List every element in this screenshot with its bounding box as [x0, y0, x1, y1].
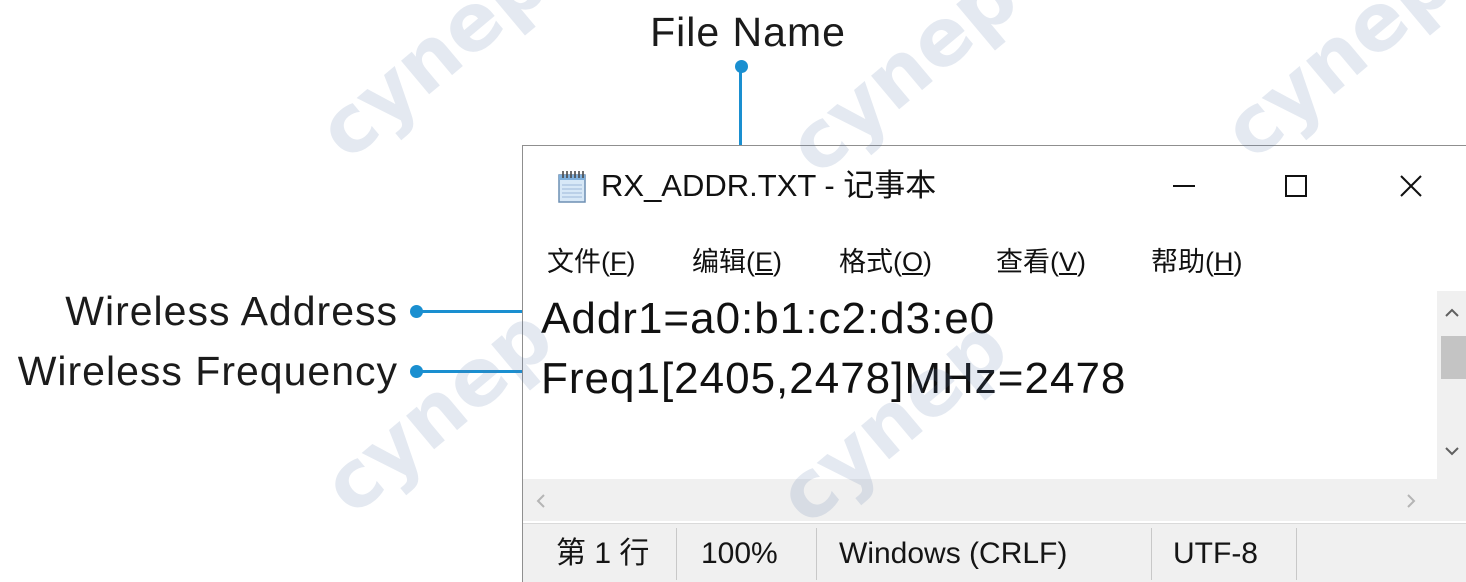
menu-view[interactable]: 查看(V) — [996, 232, 1086, 292]
chevron-up-icon[interactable] — [1444, 307, 1460, 319]
vertical-scrollbar[interactable] — [1437, 291, 1466, 479]
close-icon — [1400, 175, 1422, 197]
file-name-annotation: File Name — [650, 9, 846, 55]
scrollbar-corner — [1437, 479, 1466, 521]
status-separator — [1151, 528, 1152, 580]
chevron-right-icon[interactable] — [1405, 493, 1417, 509]
horizontal-scrollbar[interactable] — [523, 479, 1437, 521]
chevron-left-icon[interactable] — [535, 493, 547, 509]
status-zoom: 100% — [701, 537, 778, 570]
editor-line-frequency[interactable]: Freq1[2405,2478]MHz=2478 — [541, 349, 1437, 409]
text-editor[interactable]: Addr1=a0:b1:c2:d3:e0 Freq1[2405,2478]MHz… — [523, 289, 1437, 479]
menu-help[interactable]: 帮助(H) — [1151, 232, 1243, 292]
notepad-icon — [555, 168, 591, 204]
status-line-ending: Windows (CRLF) — [839, 537, 1068, 570]
notepad-window: RX_ADDR.TXT - 记事本 文件(F) 编辑(E) 格式(O) 查看(V… — [522, 145, 1466, 582]
close-button[interactable] — [1356, 146, 1466, 226]
status-cursor-position: 第 1 行 — [556, 537, 650, 570]
status-separator — [816, 528, 817, 580]
status-separator — [676, 528, 677, 580]
status-bar: 第 1 行 100% Windows (CRLF) UTF-8 — [523, 523, 1466, 582]
file-name-callout-line — [739, 66, 742, 145]
wireless-frequency-callout-line — [416, 370, 522, 373]
wireless-address-callout-line — [416, 310, 522, 313]
title-bar[interactable]: RX_ADDR.TXT - 记事本 — [523, 146, 1466, 228]
menu-bar: 文件(F) 编辑(E) 格式(O) 查看(V) 帮助(H) — [523, 232, 1466, 292]
editor-line-address[interactable]: Addr1=a0:b1:c2:d3:e0 — [541, 289, 1437, 349]
chevron-down-icon[interactable] — [1444, 445, 1460, 457]
status-encoding: UTF-8 — [1173, 537, 1258, 570]
wireless-frequency-annotation: Wireless Frequency — [17, 348, 398, 394]
minimize-button[interactable] — [1129, 146, 1239, 226]
maximize-icon — [1285, 175, 1307, 197]
window-title: RX_ADDR.TXT - 记事本 — [601, 168, 937, 203]
menu-format[interactable]: 格式(O) — [839, 232, 932, 292]
status-separator — [1296, 528, 1297, 580]
menu-edit[interactable]: 编辑(E) — [692, 232, 782, 292]
wireless-address-annotation: Wireless Address — [65, 288, 398, 334]
menu-file[interactable]: 文件(F) — [547, 232, 636, 292]
maximize-button[interactable] — [1241, 146, 1351, 226]
vertical-scroll-thumb[interactable] — [1441, 336, 1466, 379]
minimize-icon — [1173, 185, 1195, 187]
